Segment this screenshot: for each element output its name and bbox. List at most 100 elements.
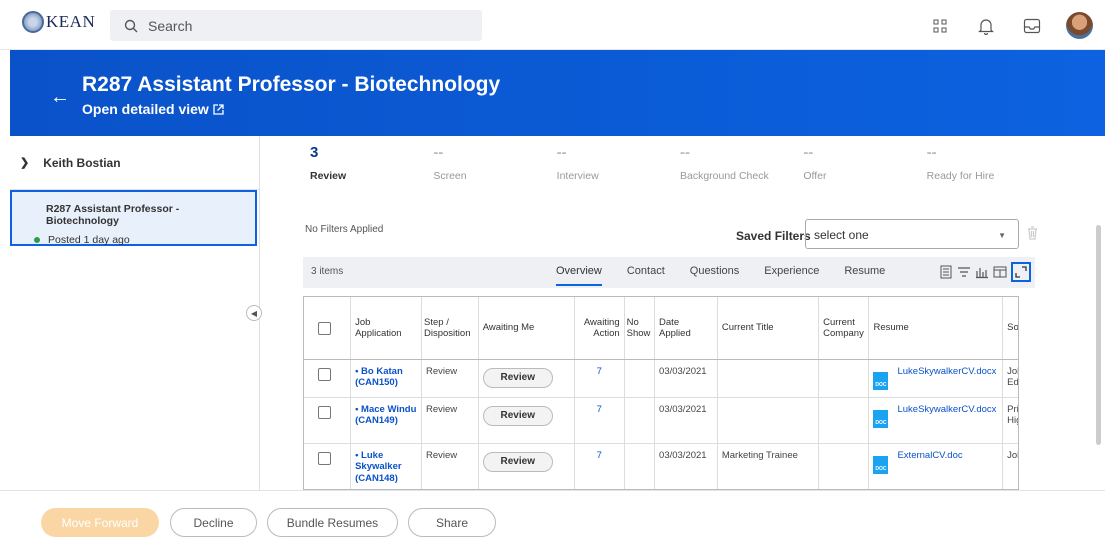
share-button[interactable]: Share <box>408 508 496 537</box>
awaiting-action-count[interactable]: 7 <box>574 359 625 398</box>
search-placeholder: Search <box>148 17 193 34</box>
bundle-resumes-button[interactable]: Bundle Resumes <box>267 508 398 537</box>
open-detailed-view-link[interactable]: Open detailed view <box>82 101 224 117</box>
sidebar: ❯ Keith Bostian R287 Assistant Professor… <box>10 136 260 490</box>
stage-label: Offer <box>803 170 827 182</box>
action-footer: Move Forward Decline Bundle Resumes Shar… <box>0 490 1105 537</box>
logo-text: KEAN <box>46 12 96 31</box>
fullscreen-expand-icon[interactable] <box>1011 262 1031 282</box>
date-applied-cell: 03/03/2021 <box>654 359 718 398</box>
hiring-stages: 3 Review -- Screen -- Interview -- Backgroun… <box>310 136 1050 196</box>
person-group-header[interactable]: ❯ Keith Bostian <box>10 136 259 190</box>
source-cell: Job Site <box>1002 443 1018 489</box>
column-header[interactable]: Current Title <box>717 297 820 360</box>
stage-count: -- <box>926 144 937 161</box>
select-all-header <box>304 297 352 360</box>
table-row: • Mace Windu (CAN149) Review Review 7 03… <box>304 397 1018 444</box>
job-card-status-text: Posted 1 day ago <box>48 234 130 246</box>
review-button[interactable]: Review <box>482 451 553 472</box>
stage-label: Ready for Hire <box>926 170 995 182</box>
review-button[interactable]: Review <box>482 405 553 426</box>
kean-logo[interactable]: KEAN <box>22 11 95 33</box>
saved-filters-label: Saved Filters <box>736 229 811 243</box>
saved-filters-select[interactable]: select one ▼ <box>805 219 1019 249</box>
tab-experience[interactable]: Experience <box>764 265 819 286</box>
job-requisition-card[interactable]: R287 Assistant Professor - Biotechnology… <box>10 190 257 246</box>
saved-filters-value: select one <box>814 228 869 242</box>
candidate-link[interactable]: • Bo Katan (CAN150) <box>350 359 423 398</box>
resume-cell: DOC LukeSkywalkerCV.docx <box>868 397 1004 444</box>
dropdown-caret-icon: ▼ <box>998 231 1006 240</box>
chevron-down-icon[interactable]: ❯ <box>20 156 29 169</box>
user-avatar[interactable] <box>1066 12 1093 39</box>
column-header[interactable]: Resume <box>868 297 1004 360</box>
awaiting-me-cell: Review <box>478 443 576 489</box>
source-cell: Print Pu Higher E <box>1002 397 1018 444</box>
column-header[interactable]: Awaiting Action <box>574 297 625 360</box>
page-scrollbar[interactable] <box>1096 225 1101 445</box>
trash-icon[interactable] <box>1027 226 1038 245</box>
chart-view-icon[interactable] <box>975 265 989 279</box>
column-header[interactable]: No Show <box>624 297 656 360</box>
table-view-icon[interactable] <box>993 265 1007 279</box>
page-title: R287 Assistant Professor - Biotechnology <box>82 73 501 96</box>
job-card-title: R287 Assistant Professor - Biotechnology <box>46 203 180 227</box>
date-applied-cell: 03/03/2021 <box>654 397 718 444</box>
stage-background-check[interactable]: -- Background Check <box>680 136 803 196</box>
column-header[interactable]: Source <box>1002 297 1018 360</box>
document-icon: DOC <box>873 455 889 474</box>
no-show-cell <box>624 359 656 398</box>
resume-filename: LukeSkywalkerCV.docx <box>897 403 997 415</box>
tab-resume[interactable]: Resume <box>844 265 885 286</box>
apps-grid-icon[interactable] <box>928 14 952 38</box>
notifications-bell-icon[interactable] <box>974 14 998 38</box>
row-select-cell <box>304 397 352 444</box>
row-checkbox[interactable] <box>318 405 331 419</box>
document-icon: DOC <box>873 371 889 390</box>
candidate-link[interactable]: • Mace Windu (CAN149) <box>350 397 423 444</box>
column-header[interactable]: Date Applied <box>654 297 718 360</box>
tab-contact[interactable]: Contact <box>627 265 665 286</box>
stage-interview[interactable]: -- Interview <box>557 136 680 196</box>
stage-ready-for-hire[interactable]: -- Ready for Hire <box>927 136 1050 196</box>
seal-icon <box>22 11 44 33</box>
move-forward-button[interactable]: Move Forward <box>41 508 159 537</box>
row-select-cell <box>304 443 352 489</box>
resume-link[interactable]: DOC LukeSkywalkerCV.docx <box>873 404 998 428</box>
review-button[interactable]: Review <box>482 367 553 388</box>
tab-questions[interactable]: Questions <box>690 265 740 286</box>
resume-link[interactable]: DOC LukeSkywalkerCV.docx <box>873 366 998 390</box>
search-input[interactable]: Search <box>110 10 482 41</box>
awaiting-action-count[interactable]: 7 <box>574 397 625 444</box>
current-company-cell <box>818 397 870 444</box>
stage-offer[interactable]: -- Offer <box>803 136 926 196</box>
candidate-link[interactable]: • Luke Skywalker (CAN148) <box>350 443 423 489</box>
column-header[interactable]: Job Application <box>350 297 423 360</box>
awaiting-action-count[interactable]: 7 <box>574 443 625 489</box>
export-excel-icon[interactable] <box>939 265 953 279</box>
stage-label: Background Check <box>679 170 769 182</box>
filter-icon[interactable] <box>957 265 971 279</box>
column-header[interactable]: Awaiting Me <box>478 297 576 360</box>
stage-count: -- <box>803 144 814 161</box>
stage-screen[interactable]: -- Screen <box>433 136 556 196</box>
stage-review[interactable]: 3 Review <box>310 136 433 196</box>
source-cell: Job Site Educati <box>1002 359 1018 398</box>
collapse-sidebar-button[interactable]: ◀ <box>246 305 262 321</box>
stage-count: -- <box>679 144 690 161</box>
row-checkbox[interactable] <box>318 451 331 465</box>
inbox-icon[interactable] <box>1020 14 1044 38</box>
row-checkbox[interactable] <box>318 367 331 381</box>
no-show-cell <box>624 397 656 444</box>
grid-toolbar: 3 items Overview Contact Questions Exper… <box>303 257 1035 288</box>
column-header[interactable]: Current Company <box>818 297 870 360</box>
stage-count: 3 <box>310 144 319 161</box>
decline-button[interactable]: Decline <box>170 508 257 537</box>
tab-overview[interactable]: Overview <box>556 265 602 286</box>
back-arrow-icon[interactable]: ← <box>50 86 70 109</box>
stage-label: Screen <box>433 170 467 182</box>
column-header[interactable]: Step / Disposition <box>421 297 479 360</box>
resume-link[interactable]: DOC ExternalCV.doc <box>873 450 998 474</box>
select-all-checkbox[interactable] <box>318 322 331 336</box>
external-link-icon <box>213 103 224 115</box>
